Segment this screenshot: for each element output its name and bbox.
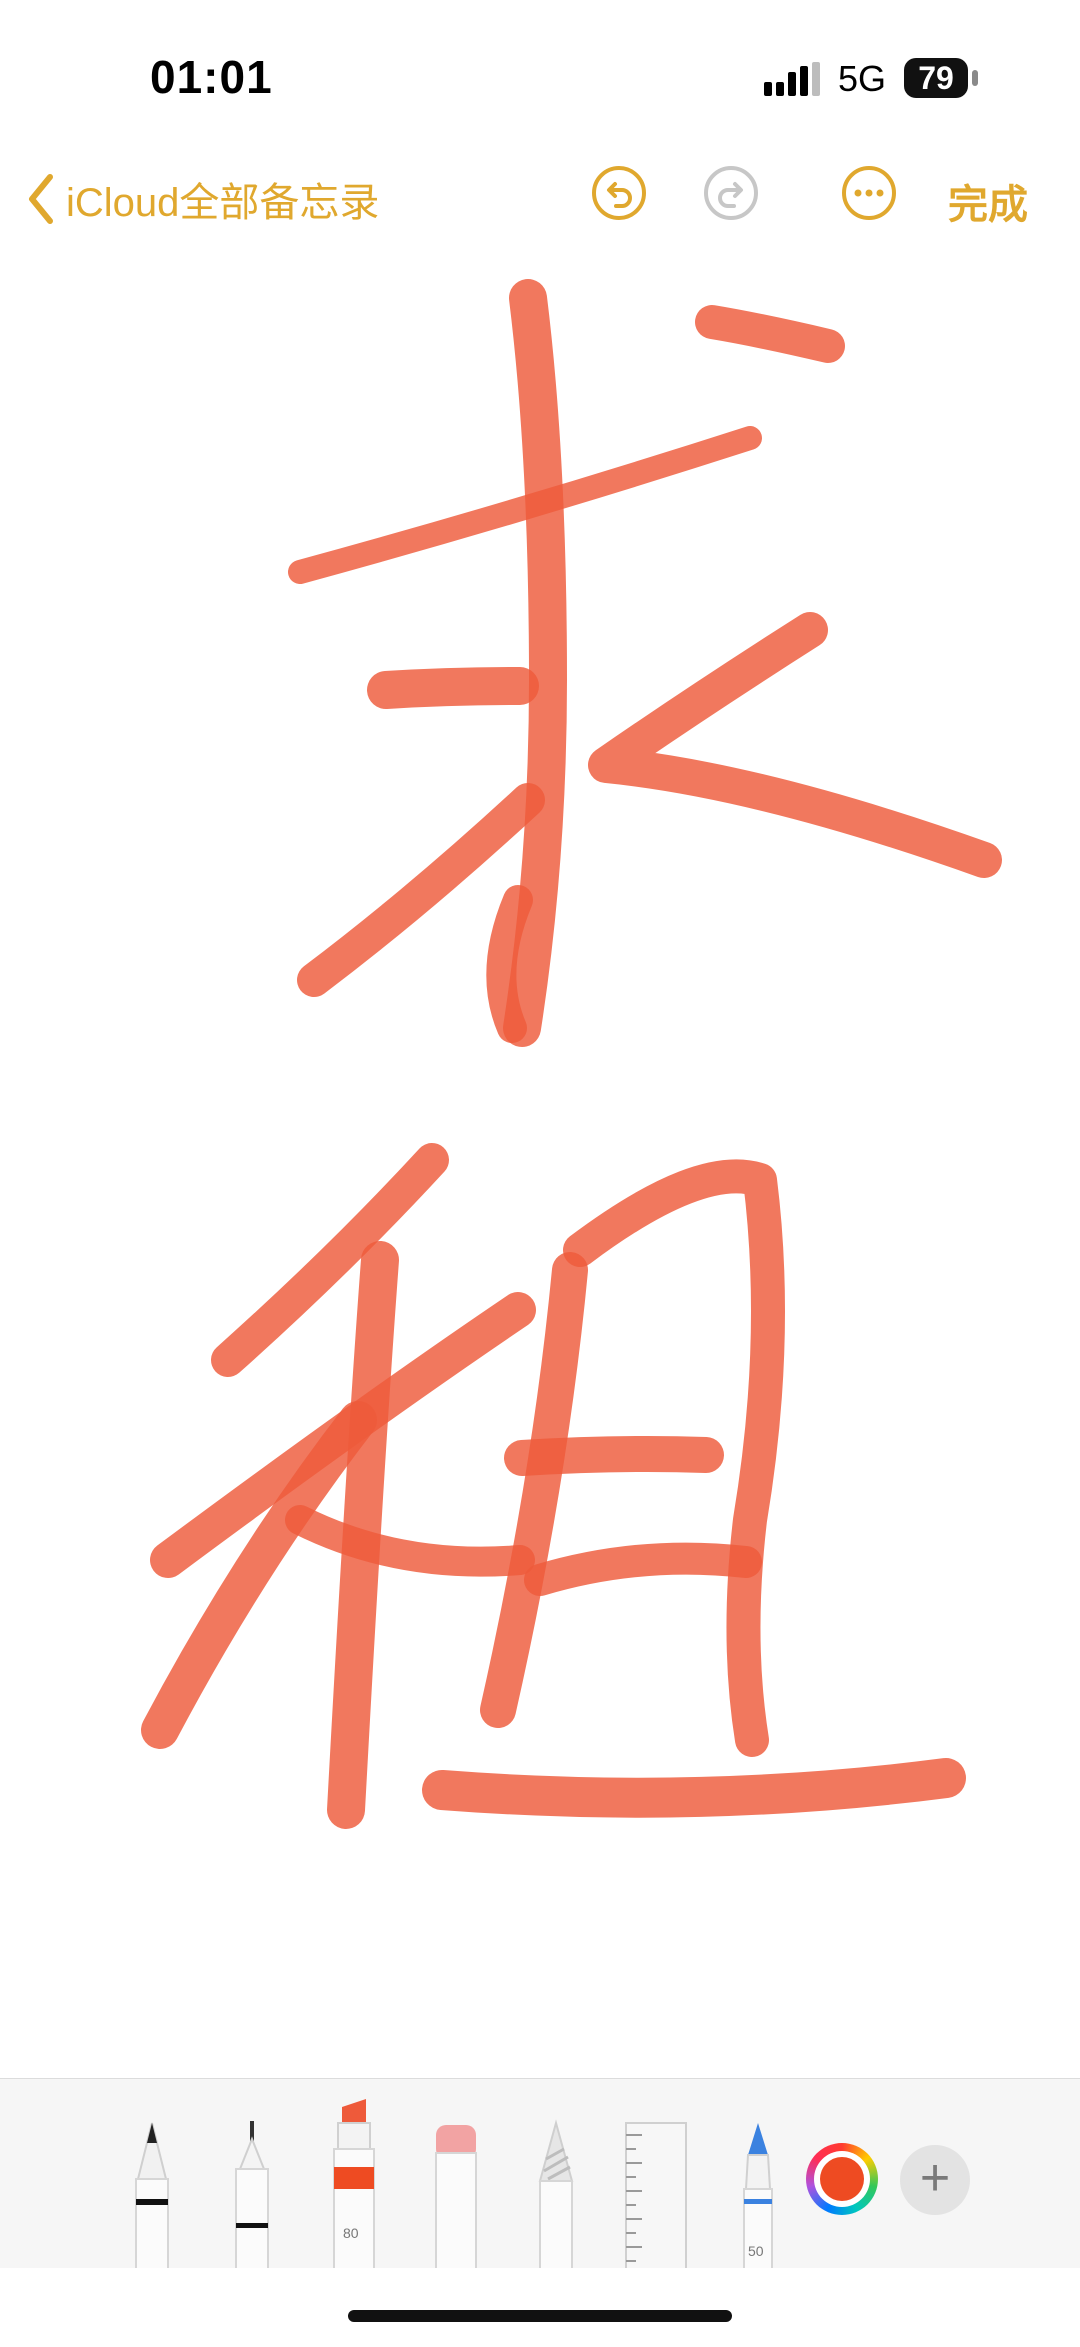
eraser-icon[interactable] bbox=[432, 2119, 480, 2269]
add-icon[interactable]: + bbox=[900, 2145, 970, 2215]
tool-palette: 80 50 + bbox=[0, 2078, 1080, 2269]
done-button[interactable]: 完成 bbox=[948, 172, 1028, 230]
redo-icon[interactable] bbox=[702, 164, 760, 222]
fineliner-icon[interactable] bbox=[228, 2119, 276, 2269]
battery-level: 79 bbox=[904, 58, 968, 98]
stroke bbox=[524, 1542, 762, 1596]
home-indicator[interactable] bbox=[348, 2310, 732, 2322]
battery-cap bbox=[972, 70, 978, 86]
stroke bbox=[588, 612, 1002, 878]
back-button[interactable]: iCloud全部备忘录 bbox=[26, 164, 379, 234]
crayon-width-label: 50 bbox=[748, 2243, 764, 2259]
chevron-left-icon bbox=[29, 174, 53, 224]
stroke bbox=[422, 1758, 966, 1818]
undo-icon[interactable] bbox=[590, 164, 648, 222]
back-label: iCloud全部备忘录 bbox=[66, 181, 380, 225]
handwriting-drawing bbox=[141, 279, 1002, 1829]
stroke bbox=[141, 1401, 377, 1749]
status-bar: 01:01 5G 79 bbox=[0, 0, 1080, 150]
pencil-icon[interactable] bbox=[532, 2119, 580, 2269]
stroke bbox=[285, 1505, 535, 1577]
more-icon[interactable] bbox=[840, 164, 898, 222]
marker-icon[interactable] bbox=[330, 2099, 378, 2269]
ruler-icon[interactable] bbox=[622, 2119, 690, 2269]
selected-color-swatch bbox=[820, 2157, 864, 2201]
marker-width-label: 80 bbox=[343, 2225, 359, 2241]
status-time: 01:01 bbox=[150, 51, 273, 103]
network-type: 5G bbox=[838, 58, 887, 99]
pen-icon[interactable] bbox=[128, 2119, 176, 2269]
stroke bbox=[367, 667, 539, 709]
stroke bbox=[486, 885, 533, 1043]
stroke bbox=[695, 305, 845, 363]
navigation-bar: iCloud全部备忘录 完成 bbox=[0, 150, 1080, 260]
stroke bbox=[504, 1436, 724, 1476]
drawing-canvas[interactable] bbox=[0, 260, 1080, 2060]
stroke bbox=[211, 1143, 449, 1377]
signal-icon bbox=[764, 62, 820, 96]
color-picker[interactable] bbox=[806, 2143, 878, 2215]
bottom-safe-area bbox=[0, 2268, 1080, 2347]
color-picker-ring bbox=[814, 2151, 870, 2207]
